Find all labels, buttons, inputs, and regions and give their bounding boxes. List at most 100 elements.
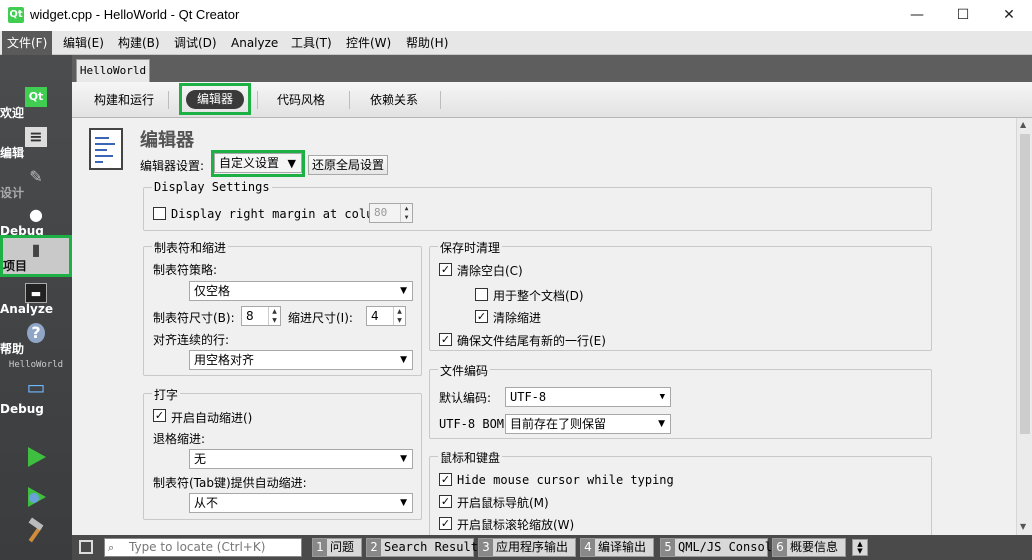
computer-icon: ▭ <box>26 375 46 399</box>
group-title: 制表符和缩进 <box>152 239 229 256</box>
build-hammer-button[interactable] <box>22 517 50 545</box>
locator-input[interactable]: Type to locate (Ctrl+K) <box>104 538 302 557</box>
run-button[interactable] <box>22 443 50 471</box>
group-title: 鼠标和键盘 <box>438 449 503 466</box>
hide-cursor-label: Hide mouse cursor while typing <box>457 473 674 487</box>
group-title: 保存时清理 <box>438 239 503 256</box>
monitor-icon: ▬ <box>25 283 47 303</box>
pane-more-icon[interactable]: ▲ ▼ <box>852 539 868 556</box>
output-pane-bar: Type to locate (Ctrl+K) ⌕ 1 问题 2 Search Re… <box>72 535 1032 560</box>
scroll-down-icon[interactable]: ▼ <box>1020 522 1026 531</box>
project-tab[interactable]: HelloWorld <box>76 59 150 82</box>
mode-projects[interactable]: ▮ 项目 <box>0 235 72 277</box>
pane-general-messages[interactable]: 6 概要信息 <box>772 538 846 557</box>
cleanup-group: 保存时清理 ✓ 清除空白(C) 用于整个文档(D) ✓ 清除缩进 ✓ 确保文件结… <box>429 239 932 351</box>
tab-code-style[interactable]: 代码风格 <box>277 91 325 108</box>
pane-qml-console[interactable]: 5 QML/JS Console <box>660 538 779 557</box>
tab-policy-combo[interactable]: 仅空格 ▼ <box>189 281 413 301</box>
clean-whitespace-checkbox[interactable]: ✓ <box>439 263 452 276</box>
menu-build[interactable]: 构建(B) <box>113 31 165 55</box>
clean-indent-checkbox[interactable]: ✓ <box>475 310 488 323</box>
editor-settings-panel: 编辑器 编辑器设置: 自定义设置 ▼ 还原全局设置 Display Setting… <box>72 118 1016 535</box>
default-encoding-combo[interactable]: UTF-8 ▼ <box>505 387 671 407</box>
bom-combo[interactable]: 目前存在了则保留 ▼ <box>505 414 671 434</box>
pane-search-results[interactable]: 2 Search Results <box>366 538 485 557</box>
dropdown-arrow-icon: ▼ <box>659 392 665 402</box>
right-margin-spinbox[interactable]: 80 ▲ ▼ <box>369 203 413 223</box>
bom-label: UTF-8 BOM: <box>439 417 512 431</box>
mode-welcome[interactable]: Qt 欢迎 <box>0 85 72 125</box>
mode-selector: Qt 欢迎 ≡ 编辑 ✎ 设计 ● Debug ▮ 项目 ▬ Analyze ?… <box>0 55 72 560</box>
ensure-newline-checkbox[interactable]: ✓ <box>439 333 452 346</box>
maximize-button[interactable]: ☐ <box>940 0 986 31</box>
qt-app-icon: Qt <box>8 7 24 23</box>
mouse-nav-checkbox[interactable]: ✓ <box>439 495 452 508</box>
editor-settings-label: 编辑器设置: <box>140 159 205 173</box>
mouse-keyboard-group: 鼠标和键盘 ✓ Hide mouse cursor while typing ✓… <box>429 449 932 535</box>
mode-help[interactable]: ? 帮助 <box>0 321 72 361</box>
dropdown-arrow-icon: ▼ <box>400 498 407 508</box>
dropdown-arrow-icon: ▼ <box>658 419 665 429</box>
dropdown-arrow-icon: ▼ <box>287 157 296 170</box>
menu-analyze[interactable]: Analyze <box>226 31 283 55</box>
help-icon: ? <box>27 323 45 343</box>
backspace-label: 退格缩进: <box>153 432 206 446</box>
right-margin-checkbox[interactable] <box>153 207 166 220</box>
tab-size-spinbox[interactable]: 8 ▲ ▼ <box>241 306 281 326</box>
entire-document-checkbox[interactable] <box>475 288 488 301</box>
restore-global-button[interactable]: 还原全局设置 <box>308 155 389 175</box>
dropdown-arrow-icon: ▼ <box>400 355 407 365</box>
page-title: 编辑器 <box>140 130 194 151</box>
tab-policy-label: 制表符策略: <box>153 263 218 277</box>
toggle-sidebar-icon[interactable] <box>79 540 93 554</box>
menu-debug[interactable]: 调试(D) <box>169 31 222 55</box>
entire-document-label: 用于整个文档(D) <box>493 289 584 303</box>
tab-indent-combo[interactable]: 从不 ▼ <box>189 493 413 513</box>
mode-edit[interactable]: ≡ 编辑 <box>0 125 72 165</box>
encoding-group: 文件编码 默认编码: UTF-8 ▼ UTF-8 BOM: 目前存在了则保留 ▼ <box>429 362 932 439</box>
display-settings-group: Display Settings Display right margin at… <box>143 180 932 231</box>
debug-run-button[interactable] <box>22 483 50 511</box>
menu-edit[interactable]: 编辑(E) <box>58 31 109 55</box>
mode-analyze[interactable]: ▬ Analyze <box>0 281 72 321</box>
vertical-scrollbar[interactable]: ▲ ▼ <box>1016 118 1032 535</box>
auto-indent-checkbox[interactable]: ✓ <box>153 409 166 422</box>
tab-size-label: 制表符尺寸(B): <box>153 311 235 325</box>
qt-logo-icon: Qt <box>25 87 47 107</box>
menu-tools[interactable]: 工具(T) <box>286 31 337 55</box>
indent-size-label: 缩进尺寸(I): <box>288 311 353 325</box>
pane-issues[interactable]: 1 问题 <box>312 538 362 557</box>
wheel-zoom-checkbox[interactable]: ✓ <box>439 517 452 530</box>
menu-help[interactable]: 帮助(H) <box>401 31 453 55</box>
clean-whitespace-label: 清除空白(C) <box>457 264 523 278</box>
tabs-indent-group: 制表符和缩进 制表符策略: 仅空格 ▼ 制表符尺寸(B): 8 ▲ ▼ 缩进尺寸(I)… <box>143 239 422 376</box>
editor-document-icon <box>89 128 123 170</box>
project-settings-tabs: 构建和运行 编辑器 代码风格 依赖关系 <box>72 82 1032 118</box>
dropdown-arrow-icon: ▼ <box>400 286 407 296</box>
hide-cursor-checkbox[interactable]: ✓ <box>439 473 452 486</box>
tab-indent-label: 制表符(Tab键)提供自动缩进: <box>153 476 307 490</box>
minimize-button[interactable]: — <box>894 0 940 31</box>
pane-application-output[interactable]: 3 应用程序输出 <box>478 538 576 557</box>
tab-dependencies[interactable]: 依赖关系 <box>370 91 418 108</box>
close-button[interactable]: ✕ <box>986 0 1032 31</box>
scroll-up-icon[interactable]: ▲ <box>1020 120 1026 129</box>
tab-editor[interactable]: 编辑器 <box>186 90 244 109</box>
spin-arrows-icon: ▲ ▼ <box>393 307 405 325</box>
auto-indent-label: 开启自动缩进() <box>171 411 253 425</box>
menu-file[interactable]: 文件(F) <box>2 31 53 55</box>
kit-selector[interactable]: ▭ Debug <box>0 375 72 423</box>
backspace-combo[interactable]: 无 ▼ <box>189 449 413 469</box>
tab-build-run[interactable]: 构建和运行 <box>94 91 154 108</box>
indent-size-spinbox[interactable]: 4 ▲ ▼ <box>366 306 406 326</box>
mode-design[interactable]: ✎ 设计 <box>0 165 72 205</box>
scrollbar-thumb[interactable] <box>1020 134 1030 434</box>
kit-project-name: HelloWorld <box>8 360 64 370</box>
pane-compile-output[interactable]: 4 编译输出 <box>580 538 654 557</box>
menu-bar: 文件(F) 编辑(E) 构建(B) 调试(D) Analyze 工具(T) 控件… <box>0 31 1032 55</box>
document-tab-strip: HelloWorld <box>72 55 1032 82</box>
clean-indent-label: 清除缩进 <box>493 311 542 325</box>
align-combo[interactable]: 用空格对齐 ▼ <box>189 350 413 370</box>
editor-settings-combo[interactable]: 自定义设置 ▼ <box>214 153 302 173</box>
menu-widgets[interactable]: 控件(W) <box>341 31 396 55</box>
